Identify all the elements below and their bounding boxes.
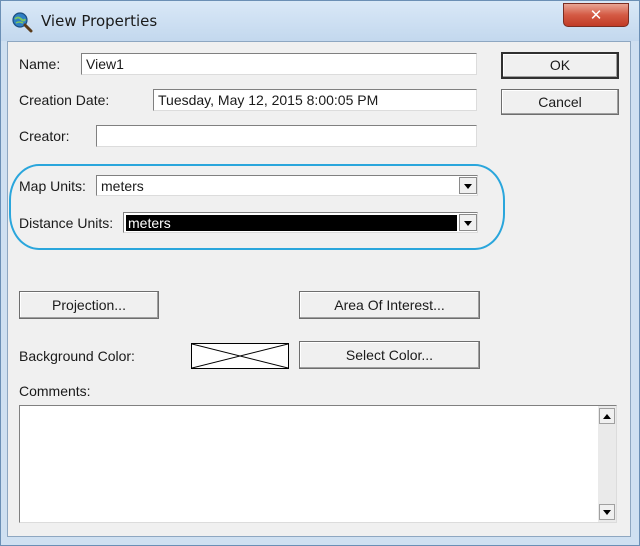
title-bar[interactable]: View Properties ✕ xyxy=(1,1,639,41)
chevron-down-icon xyxy=(464,184,472,189)
map-units-value: meters xyxy=(101,178,144,194)
chevron-down-icon xyxy=(464,221,472,226)
chevron-down-icon xyxy=(603,510,611,515)
comments-scrollbar[interactable] xyxy=(598,406,616,522)
chevron-up-icon xyxy=(603,414,611,419)
select-color-button[interactable]: Select Color... xyxy=(299,341,480,369)
creation-date-field[interactable]: Tuesday, May 12, 2015 8:00:05 PM xyxy=(153,89,477,111)
name-input[interactable]: View1 xyxy=(81,53,477,75)
distance-units-dropdown-button[interactable] xyxy=(459,214,477,231)
distance-units-select[interactable]: meters xyxy=(123,212,478,233)
background-color-swatch[interactable] xyxy=(191,343,289,369)
window-title: View Properties xyxy=(41,12,158,30)
creator-label: Creator: xyxy=(19,128,70,144)
comments-textarea[interactable] xyxy=(19,405,617,523)
view-properties-dialog: View Properties ✕ Name: View1 Creation D… xyxy=(0,0,640,546)
no-color-cross-icon xyxy=(192,344,288,368)
comments-label: Comments: xyxy=(19,383,91,399)
area-of-interest-button[interactable]: Area Of Interest... xyxy=(299,291,480,319)
map-units-select[interactable]: meters xyxy=(96,175,478,196)
distance-units-value: meters xyxy=(126,215,457,231)
creation-date-label: Creation Date: xyxy=(19,92,110,108)
map-units-dropdown-button[interactable] xyxy=(459,177,477,194)
ok-button[interactable]: OK xyxy=(501,52,619,79)
projection-button[interactable]: Projection... xyxy=(19,291,159,319)
background-color-label: Background Color: xyxy=(19,348,135,364)
distance-units-label: Distance Units: xyxy=(19,215,114,231)
close-icon: ✕ xyxy=(589,6,603,24)
globe-magnifier-icon xyxy=(12,12,33,33)
close-button[interactable]: ✕ xyxy=(563,3,629,27)
creator-input[interactable] xyxy=(96,125,477,147)
scroll-up-button[interactable] xyxy=(599,408,615,424)
scroll-down-button[interactable] xyxy=(599,504,615,520)
cancel-button[interactable]: Cancel xyxy=(501,89,619,115)
map-units-label: Map Units: xyxy=(19,178,86,194)
name-label: Name: xyxy=(19,56,61,72)
